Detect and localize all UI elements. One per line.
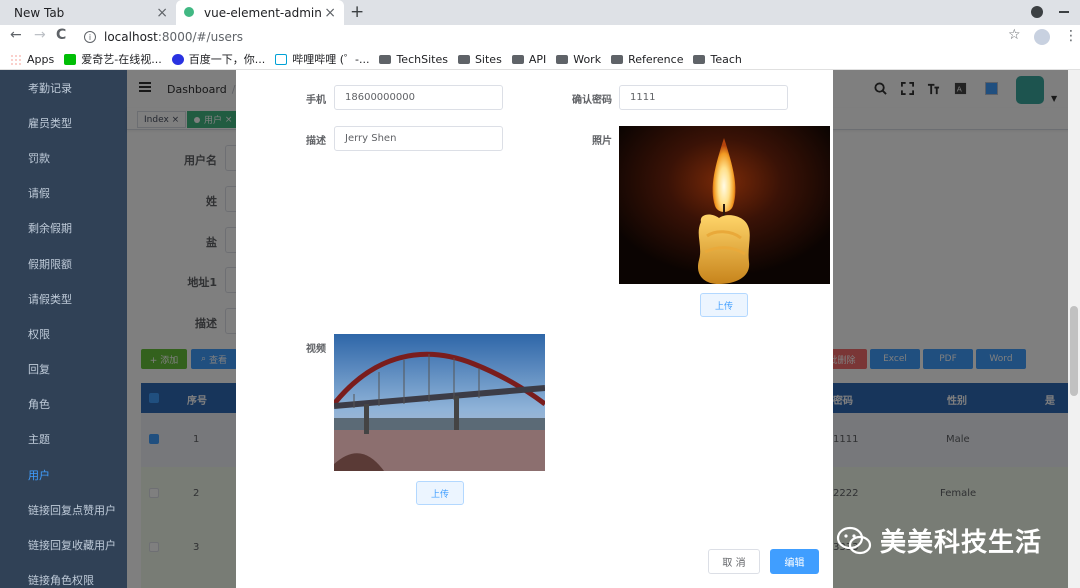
folder-icon — [457, 54, 470, 64]
upload-video-button[interactable]: 上传 — [416, 481, 464, 505]
bookmark-label: Sites — [474, 52, 502, 66]
phone-label: 手机 — [306, 95, 326, 106]
bookmark-sites[interactable]: Sites — [457, 52, 502, 66]
tab-title: vue-element-admin — [204, 5, 322, 20]
tab-close-icon[interactable]: × — [156, 5, 168, 21]
bookmark-techsites[interactable]: TechSites — [379, 53, 448, 66]
bookmark-apps[interactable]: Apps — [10, 53, 54, 66]
minimize-icon[interactable] — [1059, 11, 1069, 13]
bilibili-icon — [275, 53, 288, 65]
sidebar-item-leave[interactable]: 请假 — [0, 176, 127, 211]
page-scrollbar[interactable] — [1068, 70, 1080, 588]
forward-button[interactable]: → — [34, 27, 46, 43]
submit-edit-button[interactable]: 编辑 — [770, 549, 819, 574]
watermark-text: 美美科技生活 — [880, 528, 1043, 558]
bookmark-label: 哔哩哔哩 (゜-... — [292, 53, 370, 66]
sidebar-item-reply-fav-users[interactable]: 链接回复收藏用户 — [0, 527, 127, 562]
bridge-image — [334, 334, 545, 471]
photo-preview — [619, 126, 830, 284]
bookmark-label: Reference — [628, 52, 684, 66]
sidebar-item-attendance[interactable]: 考勤记录 — [0, 70, 127, 105]
bookmark-label: API — [528, 52, 547, 66]
bookmark-label: TechSites — [396, 52, 448, 66]
folder-icon — [379, 54, 392, 64]
sidebar-item-reply-like-users[interactable]: 链接回复点赞用户 — [0, 492, 127, 527]
sidebar-item-users[interactable]: 用户 — [0, 457, 127, 492]
description-field[interactable]: Jerry Shen — [334, 126, 503, 151]
bookmark-iqiyi[interactable]: 爱奇艺-在线视... — [64, 51, 162, 67]
sidebar-item-replies[interactable]: 回复 — [0, 352, 127, 387]
scrollbar-thumb[interactable] — [1070, 306, 1078, 396]
bookmark-label: Teach — [710, 52, 742, 66]
apps-icon — [10, 53, 22, 65]
browser-tab-new-tab[interactable]: New Tab × — [0, 0, 176, 25]
bookmark-label: 百度一下，你... — [188, 53, 266, 66]
sidebar-item-roles[interactable]: 角色 — [0, 387, 127, 422]
bookmark-label: 爱奇艺-在线视... — [81, 53, 162, 66]
confirm-password-label: 确认密码 — [572, 95, 612, 106]
sidebar-item-permissions[interactable]: 权限 — [0, 316, 127, 351]
url-path: :8000/#/users — [157, 30, 244, 44]
sidebar-item-employee-type[interactable]: 雇员类型 — [0, 105, 127, 140]
tab-close-icon[interactable]: × — [324, 5, 336, 21]
browser-menu-icon[interactable]: ⋮ — [1064, 28, 1078, 44]
bookmark-star-icon[interactable]: ☆ — [1008, 27, 1021, 43]
video-label: 视频 — [306, 344, 326, 355]
bookmark-bilibili[interactable]: 哔哩哔哩 (゜-... — [275, 51, 369, 67]
upload-photo-button[interactable]: 上传 — [700, 293, 748, 317]
vue-favicon-icon — [184, 7, 194, 17]
sidebar-item-fines[interactable]: 罚款 — [0, 140, 127, 175]
cancel-button[interactable]: 取 消 — [708, 549, 760, 574]
phone-field[interactable]: 18600000000 — [334, 85, 503, 110]
sidebar-menu: 考勤记录 雇员类型 罚款 请假 剩余假期 假期限额 请假类型 权限 回复 角色 … — [0, 70, 127, 588]
bookmark-label: Work — [573, 52, 602, 66]
watermark: 美美科技生活 — [836, 522, 1042, 559]
edit-user-dialog: 手机 18600000000 确认密码 1111 描述 Jerry Shen 照… — [236, 70, 833, 588]
folder-icon — [611, 54, 624, 64]
bookmarks-bar: Apps 爱奇艺-在线视... 百度一下，你... 哔哩哔哩 (゜-... Te… — [0, 49, 1080, 70]
confirm-password-field[interactable]: 1111 — [619, 85, 788, 110]
new-tab-button[interactable]: + — [350, 2, 364, 22]
bookmark-label: Apps — [27, 52, 55, 66]
reload-button[interactable]: C — [56, 27, 66, 43]
browser-toolbar: ← → C i localhost :8000/#/users ☆ ⋮ — [0, 25, 1080, 49]
address-bar[interactable]: i localhost :8000/#/users — [80, 27, 1030, 47]
iqiyi-icon — [64, 53, 77, 65]
sidebar-item-leave-limit[interactable]: 假期限额 — [0, 246, 127, 281]
candle-image — [619, 126, 830, 284]
sidebar-item-leave-type[interactable]: 请假类型 — [0, 281, 127, 316]
folder-icon — [556, 54, 569, 64]
sidebar-item-topics[interactable]: 主题 — [0, 422, 127, 457]
bookmark-api[interactable]: API — [511, 52, 547, 66]
folder-icon — [693, 54, 706, 64]
bookmark-teach[interactable]: Teach — [693, 52, 742, 66]
back-button[interactable]: ← — [10, 27, 22, 43]
wechat-icon — [836, 526, 872, 554]
video-preview[interactable] — [334, 334, 545, 471]
description-label: 描述 — [306, 136, 326, 147]
profile-avatar-icon[interactable] — [1034, 29, 1050, 45]
bookmark-baidu[interactable]: 百度一下，你... — [171, 51, 266, 67]
browser-tab-vue-element-admin[interactable]: vue-element-admin × — [176, 0, 344, 25]
sidebar-item-role-permissions[interactable]: 链接角色权限 — [0, 563, 127, 588]
bookmark-work[interactable]: Work — [556, 53, 601, 66]
tab-title: New Tab — [14, 5, 65, 20]
photo-label: 照片 — [592, 136, 612, 147]
site-info-icon[interactable]: i — [84, 31, 96, 43]
sidebar-item-remaining-leave[interactable]: 剩余假期 — [0, 211, 127, 246]
bookmark-reference[interactable]: Reference — [611, 53, 683, 66]
folder-icon — [511, 54, 524, 64]
media-control-icon[interactable] — [1031, 6, 1043, 18]
baidu-icon — [171, 53, 184, 65]
url-host: localhost — [104, 30, 158, 44]
browser-tab-strip: New Tab × vue-element-admin × + — [0, 0, 1080, 25]
